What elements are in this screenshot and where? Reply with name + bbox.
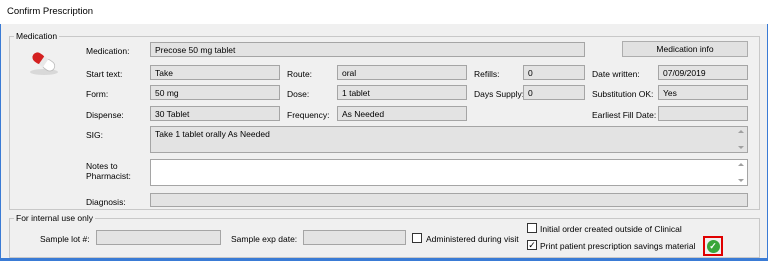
administered-during-visit-checkbox[interactable] bbox=[412, 233, 422, 243]
title-bar bbox=[0, 0, 768, 24]
frequency-field: As Needed bbox=[337, 106, 467, 121]
form-label: Form: bbox=[86, 89, 109, 99]
frequency-label: Frequency: bbox=[287, 110, 330, 120]
substitution-ok-field: Yes bbox=[658, 85, 748, 100]
start-text-field: Take bbox=[150, 65, 280, 80]
dose-label: Dose: bbox=[287, 89, 310, 99]
refills-label: Refills: bbox=[474, 69, 500, 79]
sample-exp-date-label: Sample exp date: bbox=[231, 234, 298, 244]
dispense-field: 30 Tablet bbox=[150, 106, 280, 121]
scroll-up-icon[interactable] bbox=[738, 130, 744, 133]
start-text-label: Start text: bbox=[86, 69, 123, 79]
substitution-ok-label: Substitution OK: bbox=[592, 89, 654, 99]
route-field: oral bbox=[337, 65, 467, 80]
days-supply-label: Days Supply: bbox=[474, 89, 525, 99]
date-written-label: Date written: bbox=[592, 69, 640, 79]
scroll-down-icon[interactable] bbox=[738, 179, 744, 182]
form-field: 50 mg bbox=[150, 85, 280, 100]
refills-field: 0 bbox=[523, 65, 585, 80]
notes-label-line1: Notes to bbox=[86, 161, 118, 171]
medication-label: Medication: bbox=[86, 46, 130, 56]
highlight-box: ✓ bbox=[703, 236, 723, 256]
days-supply-field: 0 bbox=[523, 85, 585, 100]
sig-text: Take 1 tablet orally As Needed bbox=[155, 129, 270, 139]
date-written-field: 07/09/2019 bbox=[658, 65, 748, 80]
scroll-up-icon[interactable] bbox=[738, 163, 744, 166]
print-savings-label: Print patient prescription savings mater… bbox=[540, 241, 696, 251]
internal-use-group-legend: For internal use only bbox=[14, 213, 96, 223]
window-title: Confirm Prescription bbox=[7, 6, 94, 17]
scroll-down-icon[interactable] bbox=[738, 146, 744, 149]
notes-label-line2: Pharmacist: bbox=[86, 171, 131, 181]
diagnosis-label: Diagnosis: bbox=[86, 197, 126, 207]
medication-field: Precose 50 mg tablet bbox=[150, 42, 585, 57]
pill-capsule-icon bbox=[26, 48, 62, 76]
notes-scrollbar[interactable] bbox=[737, 161, 746, 184]
sample-lot-label: Sample lot #: bbox=[40, 234, 90, 244]
initial-order-checkbox[interactable] bbox=[527, 223, 537, 233]
sample-lot-field[interactable] bbox=[96, 230, 221, 245]
green-checkmark-icon: ✓ bbox=[706, 239, 720, 253]
sample-exp-date-field[interactable] bbox=[303, 230, 406, 245]
sig-field: Take 1 tablet orally As Needed bbox=[150, 126, 748, 153]
notes-to-pharmacist-input[interactable] bbox=[150, 159, 748, 186]
dispense-label: Dispense: bbox=[86, 110, 124, 120]
print-savings-checkbox[interactable]: ✓ bbox=[527, 240, 537, 250]
sig-scrollbar[interactable] bbox=[737, 128, 746, 151]
route-label: Route: bbox=[287, 69, 313, 79]
earliest-fill-date-label: Earliest Fill Date: bbox=[592, 110, 657, 120]
earliest-fill-date-field bbox=[658, 106, 748, 121]
medication-group-legend: Medication bbox=[14, 31, 60, 41]
administered-during-visit-label: Administered during visit bbox=[426, 234, 519, 244]
medication-info-button[interactable]: Medication info bbox=[622, 41, 748, 57]
dose-field: 1 tablet bbox=[337, 85, 467, 100]
diagnosis-field bbox=[150, 193, 748, 207]
sig-label: SIG: bbox=[86, 130, 104, 140]
initial-order-label: Initial order created outside of Clinica… bbox=[540, 224, 682, 234]
